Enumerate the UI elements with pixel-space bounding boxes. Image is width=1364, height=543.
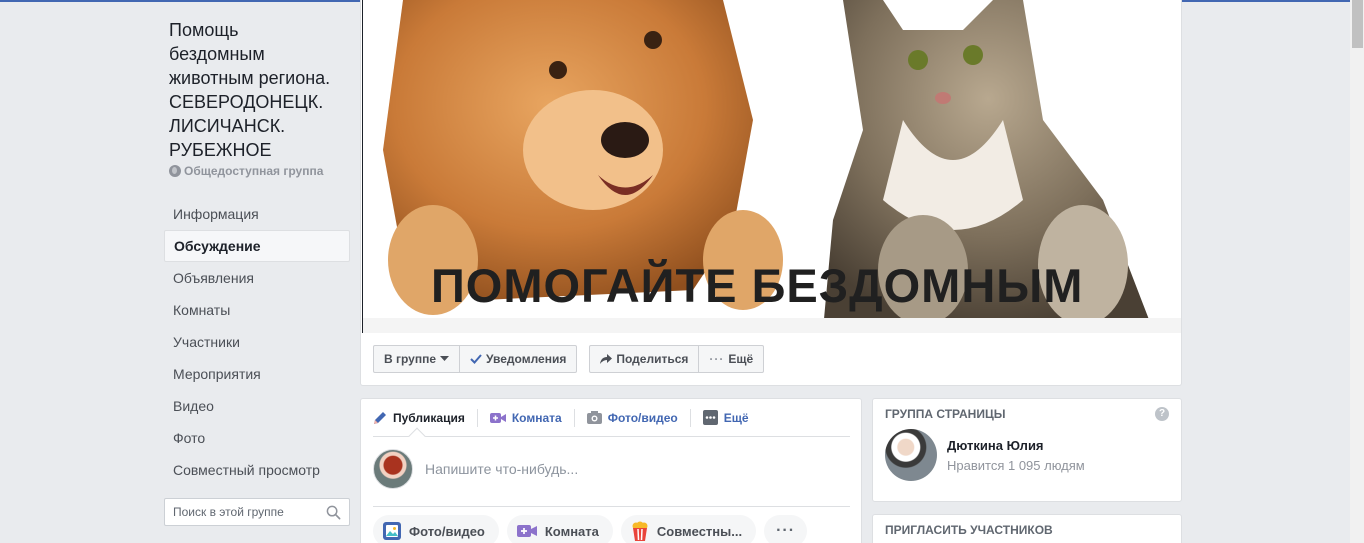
invite-heading: ПРИГЛАСИТЬ УЧАСТНИКОВ	[885, 523, 1053, 537]
chip-more[interactable]: ···	[764, 515, 808, 543]
tab-post-label: Публикация	[393, 410, 465, 425]
group-search-input[interactable]	[165, 505, 315, 519]
group-sidebar: Помощь бездомным животным региона. СЕВЕР…	[164, 18, 350, 486]
group-title-line: ЛИСИЧАНСК.	[169, 116, 286, 136]
notifications-button[interactable]: Уведомления	[459, 346, 576, 372]
group-page-header: ГРУППА СТРАНИЦЫ ?	[873, 399, 1181, 429]
nav-item-announcements[interactable]: Объявления	[164, 262, 350, 294]
tab-more[interactable]: Ещё	[702, 409, 761, 427]
ellipsis-icon: ···	[776, 522, 796, 539]
chip-watch-party-label: Совместны...	[656, 523, 743, 539]
nav-item-discussion[interactable]: Обсуждение	[164, 230, 350, 262]
nav-item-videos[interactable]: Видео	[164, 390, 350, 422]
room-video-icon	[516, 525, 537, 537]
privacy-label: Общедоступная группа	[184, 164, 324, 178]
nav-item-info[interactable]: Информация	[164, 198, 350, 230]
search-icon[interactable]	[326, 505, 341, 520]
tab-photo-video[interactable]: Фото/видео	[586, 408, 691, 427]
in-group-label: В группе	[384, 352, 437, 366]
tab-photo-video-label: Фото/видео	[607, 410, 678, 425]
help-icon[interactable]: ?	[1155, 407, 1169, 421]
group-nav: Информация Обсуждение Объявления Комнаты…	[164, 198, 350, 486]
page-info: Дюткина Юлия Нравится 1 095 людям	[947, 438, 1085, 473]
group-privacy: Общедоступная группа	[164, 164, 350, 178]
composer-tabs: Публикация Комната Фото/видео Ещё	[373, 399, 850, 437]
checkmark-icon	[470, 354, 482, 364]
group-title[interactable]: Помощь бездомным животным региона. СЕВЕР…	[164, 18, 350, 162]
composer-input-row[interactable]: Напишите что-нибудь...	[373, 449, 578, 489]
tab-post[interactable]: Публикация	[373, 408, 478, 427]
cover-caption: ПОМОГАЙТЕ БЕЗДОМНЫМ	[431, 259, 1084, 312]
share-arrow-icon	[600, 353, 613, 364]
more-actions-button[interactable]: ··· Ещё	[698, 346, 763, 372]
group-page-row[interactable]: Дюткина Юлия Нравится 1 095 людям	[873, 429, 1181, 493]
tab-room[interactable]: Комната	[489, 408, 575, 427]
group-page-card: ГРУППА СТРАНИЦЫ ? Дюткина Юлия Нравится …	[872, 398, 1182, 502]
membership-buttons: В группе Уведомления	[373, 345, 578, 373]
room-video-icon	[489, 412, 506, 423]
group-actions: В группе Уведомления Поделиться ··· Ещё	[373, 345, 765, 373]
page-avatar[interactable]	[885, 429, 937, 481]
share-button[interactable]: Поделиться	[590, 346, 698, 372]
cover-card: ПОМОГАЙТЕ БЕЗДОМНЫМ В группе Уведомления…	[360, 0, 1182, 386]
chip-watch-party[interactable]: Совместны...	[620, 515, 757, 543]
group-title-line: животным региона.	[169, 68, 331, 88]
more-label: Ещё	[728, 352, 754, 366]
invite-members-card: ПРИГЛАСИТЬ УЧАСТНИКОВ	[872, 514, 1182, 543]
camera-icon	[586, 411, 602, 424]
tab-room-label: Комната	[511, 410, 562, 425]
in-group-button[interactable]: В группе	[374, 346, 459, 372]
group-search	[164, 498, 350, 526]
nav-item-photos[interactable]: Фото	[164, 422, 350, 454]
group-title-line: бездомным	[169, 44, 265, 64]
group-title-line: РУБЕЖНОЕ	[169, 140, 272, 160]
pencil-icon	[374, 411, 386, 424]
chip-photo-video[interactable]: Фото/видео	[373, 515, 499, 543]
photo-icon	[383, 522, 401, 540]
post-composer: Публикация Комната Фото/видео Ещё Напиши…	[360, 398, 862, 543]
cover-photo[interactable]: ПОМОГАЙТЕ БЕЗДОМНЫМ	[362, 0, 1181, 333]
composer-divider	[373, 506, 850, 507]
group-title-line: СЕВЕРОДОНЕЦК.	[169, 92, 324, 112]
group-page-heading: ГРУППА СТРАНИЦЫ	[885, 407, 1006, 421]
ellipsis-icon: ···	[709, 352, 725, 366]
scrollbar-thumb[interactable]	[1352, 0, 1363, 48]
invite-header: ПРИГЛАСИТЬ УЧАСТНИКОВ	[873, 515, 1181, 543]
globe-icon	[169, 165, 181, 177]
group-title-line: Помощь	[169, 20, 239, 40]
page-likes: Нравится 1 095 людям	[947, 457, 1085, 473]
user-avatar[interactable]	[373, 449, 413, 489]
chip-photo-video-label: Фото/видео	[409, 523, 485, 539]
tab-more-label: Ещё	[723, 410, 749, 425]
chip-room[interactable]: Комната	[506, 515, 613, 543]
composer-chips: Фото/видео Комната Совместны... ···	[373, 515, 808, 543]
share-buttons: Поделиться ··· Ещё	[589, 345, 765, 373]
notifications-label: Уведомления	[486, 352, 567, 366]
nav-item-watch-party[interactable]: Совместный просмотр	[164, 454, 350, 486]
composer-placeholder[interactable]: Напишите что-нибудь...	[425, 461, 578, 477]
share-label: Поделиться	[616, 352, 689, 366]
more-box-icon	[702, 410, 718, 425]
nav-item-events[interactable]: Мероприятия	[164, 358, 350, 390]
nav-item-rooms[interactable]: Комнаты	[164, 294, 350, 326]
page-scrollbar[interactable]	[1350, 0, 1364, 543]
chip-room-label: Комната	[544, 523, 599, 539]
page-name[interactable]: Дюткина Юлия	[947, 438, 1085, 453]
nav-item-members[interactable]: Участники	[164, 326, 350, 358]
popcorn-icon	[632, 521, 648, 541]
caret-down-icon	[440, 356, 450, 361]
